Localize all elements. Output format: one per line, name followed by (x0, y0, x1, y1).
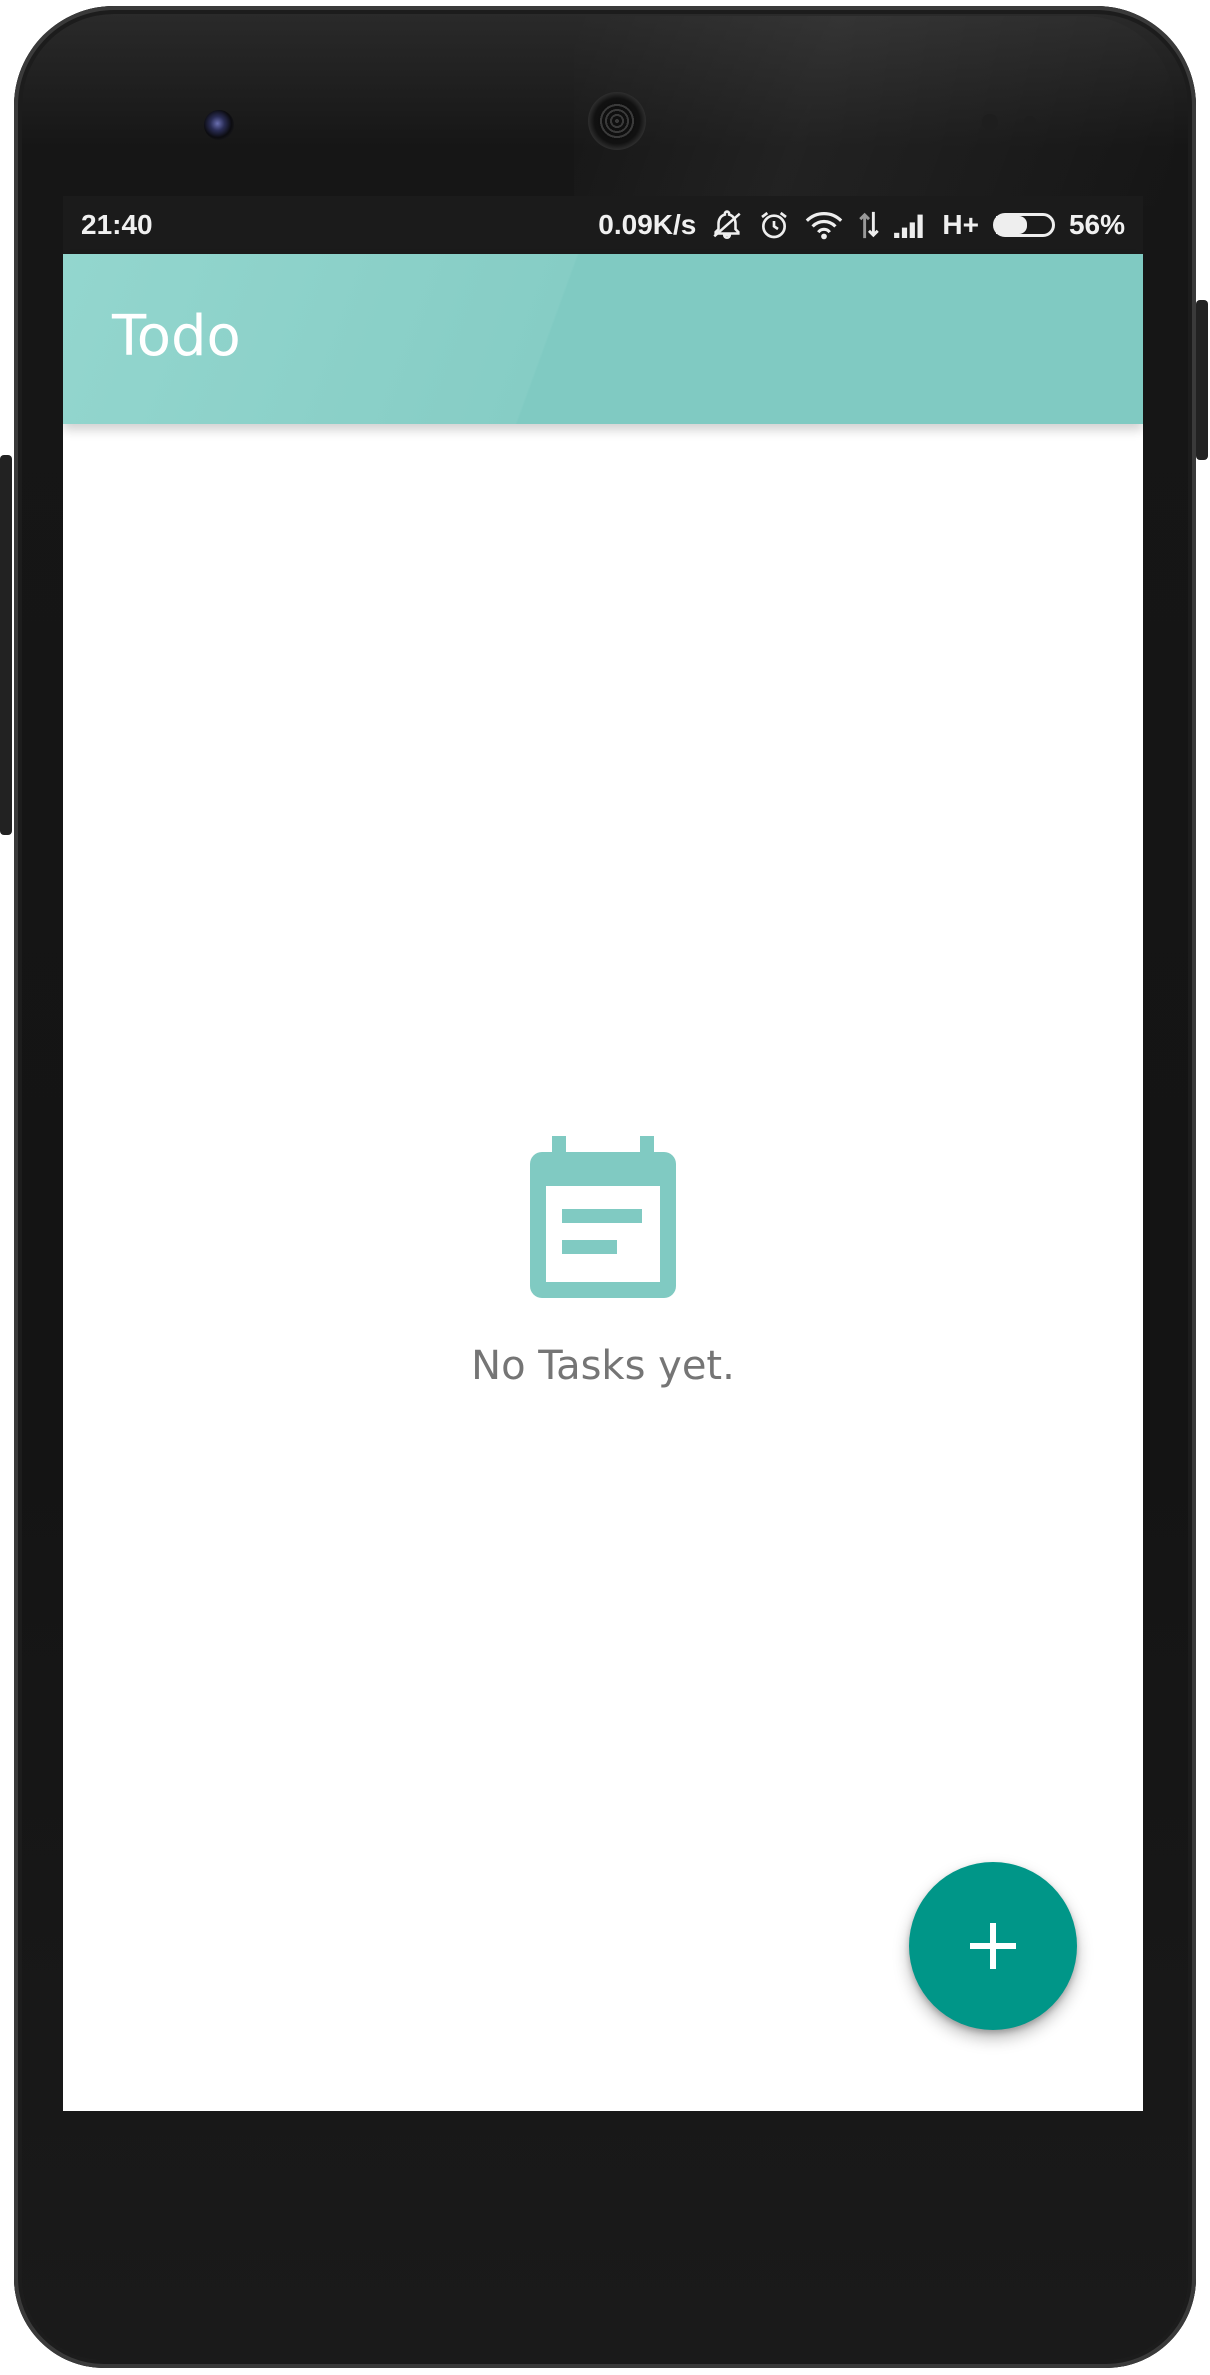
add-task-button[interactable] (909, 1862, 1077, 2030)
status-icons: 0.09K/s H+ 56% (598, 208, 1125, 242)
plus-icon (970, 1923, 1016, 1969)
status-bar: 21:40 0.09K/s H+ 56% (63, 196, 1143, 254)
earpiece-speaker (588, 92, 646, 150)
wifi-icon (804, 209, 844, 241)
app-bar: Todo (63, 254, 1143, 424)
power-button (1196, 300, 1208, 460)
battery-percent: 56% (1068, 209, 1125, 240)
screen: 21:40 0.09K/s H+ 56% Todo No Tasks yet. (63, 196, 1143, 2111)
light-sensor (1024, 116, 1036, 128)
app-title: Todo (112, 304, 241, 369)
calendar-note-icon (530, 1136, 676, 1298)
network-type: H+ (942, 209, 979, 240)
network-speed: 0.09K/s (598, 209, 697, 240)
data-transfer-icon (858, 209, 880, 241)
signal-icon (894, 212, 928, 238)
front-camera (204, 110, 234, 140)
battery-icon (992, 213, 1055, 237)
empty-state: No Tasks yet. (63, 1136, 1143, 1389)
notifications-off-icon (710, 208, 744, 242)
battery-level (995, 216, 1028, 234)
frame-gloss (574, 16, 1174, 206)
proximity-sensor (982, 114, 998, 130)
alarm-icon (758, 209, 790, 241)
volume-button (0, 455, 12, 835)
status-time: 21:40 (81, 209, 153, 240)
empty-message: No Tasks yet. (471, 1343, 735, 1389)
